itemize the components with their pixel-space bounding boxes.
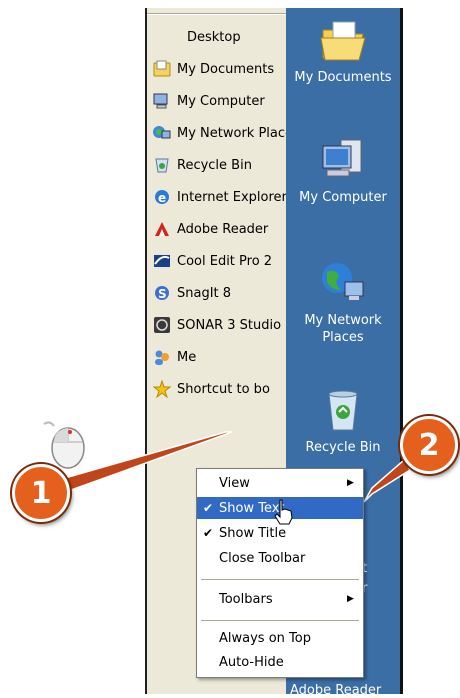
callout-badge-1: 1 [12, 464, 70, 522]
hand-cursor-icon [272, 498, 296, 530]
menu-item-toolbars[interactable]: Toolbars ▶ [197, 588, 363, 610]
menu-separator [201, 620, 359, 621]
callout-arrow-2 [363, 458, 412, 503]
menu-item-auto-hide[interactable]: Auto-Hide [197, 651, 363, 673]
submenu-arrow-icon: ▶ [347, 478, 354, 488]
check-icon: ✔ [202, 526, 214, 540]
check-icon: ✔ [202, 501, 214, 515]
menu-separator [201, 579, 359, 580]
submenu-arrow-icon: ▶ [347, 594, 354, 604]
menu-item-view[interactable]: View ▶ [197, 472, 363, 494]
callout-badge-2: 2 [400, 416, 458, 474]
menu-item-always-on-top[interactable]: Always on Top [197, 627, 363, 649]
menu-item-close-toolbar[interactable]: Close Toolbar [197, 547, 363, 569]
